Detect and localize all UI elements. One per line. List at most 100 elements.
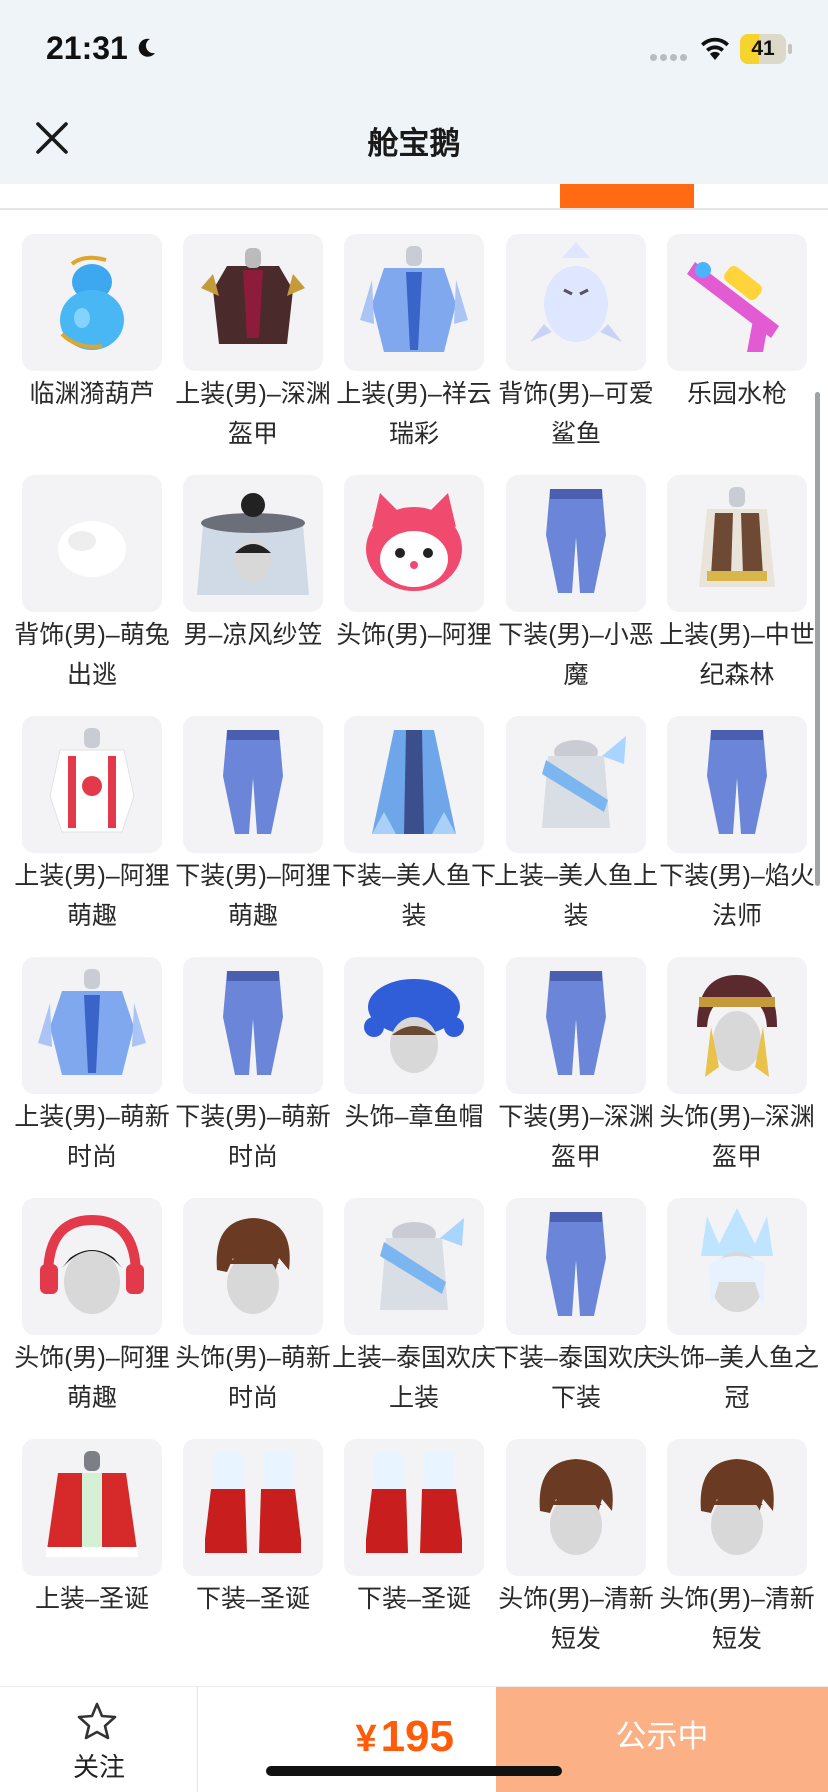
grid-item[interactable]: 背饰(男)–可爱鲨鱼 bbox=[498, 234, 654, 466]
tab-bar bbox=[0, 184, 828, 210]
active-tab-indicator bbox=[560, 184, 694, 208]
grid-item[interactable]: 下装–圣诞 bbox=[344, 1439, 484, 1671]
item-thumbnail bbox=[183, 716, 323, 853]
item-thumbnail bbox=[667, 234, 807, 371]
grid-item[interactable]: 下装–泰国欢庆下装 bbox=[494, 1198, 658, 1430]
grid-item[interactable]: 下装(男)–萌新时尚 bbox=[175, 957, 331, 1189]
item-label: 上装(男)–深渊盔甲 bbox=[175, 380, 331, 448]
fox-head-icon bbox=[366, 493, 462, 591]
price-symbol: ¥ bbox=[355, 1718, 377, 1760]
price-value: 195 bbox=[380, 1712, 454, 1761]
item-label: 下装–美人鱼下装 bbox=[332, 862, 496, 930]
item-label: 下装(男)–萌新时尚 bbox=[175, 1103, 331, 1171]
page-title: 舱宝鹅 bbox=[367, 126, 461, 161]
signal-icon bbox=[650, 48, 690, 66]
item-thumbnail bbox=[344, 1198, 484, 1335]
item-thumbnail bbox=[22, 957, 162, 1094]
item-label: 头饰(男)–清新短发 bbox=[659, 1585, 815, 1653]
item-label: 下装–泰国欢庆下装 bbox=[494, 1344, 658, 1412]
item-label: 背饰(男)–可爱鲨鱼 bbox=[498, 380, 654, 448]
item-label: 上装–美人鱼上装 bbox=[494, 862, 658, 930]
scrollbar[interactable] bbox=[815, 392, 820, 886]
item-label: 头饰(男)–清新短发 bbox=[498, 1585, 654, 1653]
item-label: 临渊漪葫芦 bbox=[29, 380, 155, 408]
grid-item[interactable]: 上装(男)–阿狸萌趣 bbox=[14, 716, 170, 948]
item-label: 男–凉风纱笠 bbox=[183, 621, 323, 649]
grid-item[interactable]: 下装(男)–阿狸萌趣 bbox=[175, 716, 331, 948]
item-label: 下装–圣诞 bbox=[196, 1585, 310, 1613]
item-label: 上装(男)–中世纪森林 bbox=[659, 621, 815, 689]
grid-item[interactable]: 头饰(男)–清新短发 bbox=[659, 1439, 815, 1671]
item-label: 上装(男)–祥云瑞彩 bbox=[336, 380, 492, 448]
item-label: 上装–圣诞 bbox=[35, 1585, 149, 1613]
item-label: 乐园水枪 bbox=[686, 380, 787, 408]
grid-item[interactable]: 下装–圣诞 bbox=[183, 1439, 323, 1671]
shark-icon bbox=[530, 242, 622, 342]
skirt-icon bbox=[372, 730, 456, 834]
helmet-icon bbox=[697, 975, 777, 1077]
item-label: 头饰–美人鱼之冠 bbox=[655, 1344, 819, 1412]
item-thumbnail bbox=[344, 957, 484, 1094]
hair-icon bbox=[216, 1218, 290, 1314]
grid-item[interactable]: 头饰(男)–阿狸萌趣 bbox=[14, 1198, 170, 1430]
bottom-bar: 关注 ¥195 公示中 bbox=[0, 1686, 828, 1792]
item-label: 下装(男)–小恶魔 bbox=[498, 621, 654, 689]
status-button[interactable]: 公示中 bbox=[496, 1687, 828, 1792]
grid-item[interactable]: 头饰–美人鱼之冠 bbox=[655, 1198, 819, 1430]
item-thumbnail bbox=[506, 957, 646, 1094]
hair-icon bbox=[700, 1459, 774, 1555]
item-thumbnail bbox=[344, 716, 484, 853]
grid-item[interactable]: 头饰–章鱼帽 bbox=[344, 957, 484, 1189]
hair-icon bbox=[539, 1459, 613, 1555]
pants-icon bbox=[546, 489, 606, 593]
grid-item[interactable]: 头饰(男)–深渊盔甲 bbox=[659, 957, 815, 1189]
grid-item[interactable]: 上装(男)–萌新时尚 bbox=[14, 957, 170, 1189]
item-label: 下装(男)–深渊盔甲 bbox=[498, 1103, 654, 1171]
grid-item[interactable]: 下装(男)–小恶魔 bbox=[498, 475, 654, 707]
grid-item[interactable]: 临渊漪葫芦 bbox=[22, 234, 162, 466]
robe-icon bbox=[38, 969, 146, 1075]
grid-item[interactable]: 头饰(男)–萌新时尚 bbox=[175, 1198, 331, 1430]
item-thumbnail bbox=[344, 234, 484, 371]
item-label: 上装(男)–萌新时尚 bbox=[14, 1103, 170, 1171]
grid-item[interactable]: 上装–圣诞 bbox=[22, 1439, 162, 1671]
item-thumbnail bbox=[506, 1439, 646, 1576]
item-thumbnail bbox=[22, 1198, 162, 1335]
grid-item[interactable]: 下装(男)–焰火法师 bbox=[659, 716, 815, 948]
item-thumbnail bbox=[22, 475, 162, 612]
grid-item[interactable]: 上装(男)–深渊盔甲 bbox=[175, 234, 331, 466]
crown-icon bbox=[701, 1208, 773, 1312]
grid-item[interactable]: 头饰(男)–阿狸 bbox=[336, 475, 492, 707]
octopus-hat-icon bbox=[364, 979, 464, 1073]
item-label: 下装(男)–阿狸萌趣 bbox=[175, 862, 331, 930]
grid-item[interactable]: 下装(男)–深渊盔甲 bbox=[498, 957, 654, 1189]
item-label: 下装(男)–焰火法师 bbox=[659, 862, 815, 930]
item-thumbnail bbox=[183, 957, 323, 1094]
grid-item[interactable]: 上装–美人鱼上装 bbox=[494, 716, 658, 948]
grid-item[interactable]: 男–凉风纱笠 bbox=[183, 475, 323, 707]
star-icon bbox=[77, 1702, 117, 1740]
item-thumbnail bbox=[667, 957, 807, 1094]
pants-icon bbox=[223, 971, 283, 1075]
vest-icon bbox=[699, 487, 775, 587]
gourd-icon bbox=[60, 255, 124, 350]
status-time: 21:31 bbox=[46, 30, 128, 66]
grid-item[interactable]: 背饰(男)–萌兔出逃 bbox=[14, 475, 170, 707]
grid-item[interactable]: 下装–美人鱼下装 bbox=[332, 716, 496, 948]
jacket-icon bbox=[49, 728, 135, 833]
grid-item[interactable]: 上装–泰国欢庆上装 bbox=[332, 1198, 496, 1430]
item-label: 头饰(男)–深渊盔甲 bbox=[659, 1103, 815, 1171]
battery-level: 41 bbox=[751, 37, 775, 60]
grid-item[interactable]: 上装(男)–中世纪森林 bbox=[659, 475, 815, 707]
pants-icon bbox=[546, 971, 606, 1075]
follow-button[interactable]: 关注 bbox=[0, 1687, 198, 1792]
follow-label: 关注 bbox=[72, 1752, 125, 1782]
item-thumbnail bbox=[506, 716, 646, 853]
grid-item[interactable]: 乐园水枪 bbox=[667, 234, 807, 466]
grid-item[interactable]: 头饰(男)–清新短发 bbox=[498, 1439, 654, 1671]
item-thumbnail bbox=[22, 1439, 162, 1576]
wifi-icon bbox=[701, 37, 729, 60]
battery-icon: 41 bbox=[740, 34, 792, 64]
grid-item[interactable]: 上装(男)–祥云瑞彩 bbox=[336, 234, 492, 466]
item-thumbnail bbox=[22, 716, 162, 853]
